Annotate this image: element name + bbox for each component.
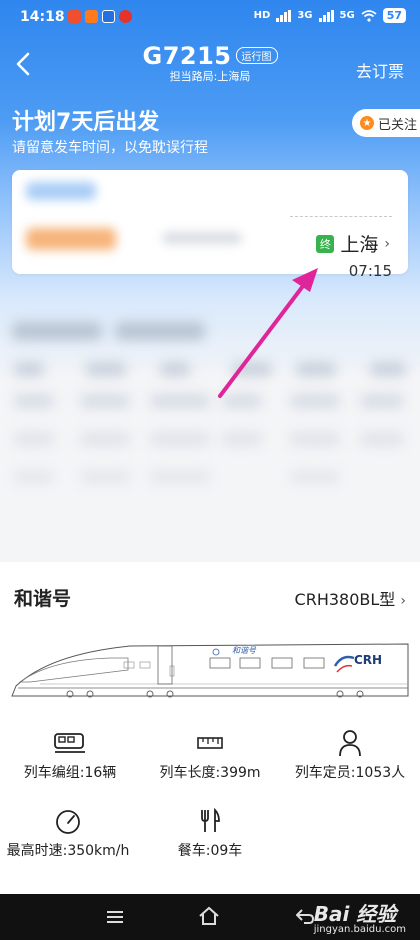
watermark-url: jingyan.baidu.com bbox=[313, 924, 406, 935]
ruler-icon bbox=[197, 737, 223, 749]
book-ticket-button[interactable]: 去订票 bbox=[356, 58, 404, 82]
train-number: G7215 bbox=[142, 42, 232, 70]
blurred-content bbox=[26, 182, 96, 200]
home-icon[interactable] bbox=[198, 906, 220, 926]
status-indicators: HD 3G 5G 57 bbox=[254, 8, 406, 23]
train-brand-name: 和谐号 bbox=[14, 588, 72, 610]
network-hd-label: HD bbox=[253, 10, 271, 21]
notification-app-icon bbox=[68, 10, 81, 23]
network-3g-label: 3G bbox=[297, 10, 313, 21]
blurred-content bbox=[162, 232, 242, 244]
signal-icon bbox=[318, 9, 334, 22]
plan-title: 计划7天后出发 bbox=[12, 110, 160, 135]
train-info-section: 和谐号 CRH380BL型 › 和谐号 CRH 列车编组:16辆 列车长度:39… bbox=[0, 562, 420, 894]
chevron-right-icon: › bbox=[384, 235, 390, 252]
journey-card[interactable]: 终 上海 › 07:15 bbox=[12, 170, 408, 280]
signal-icon bbox=[276, 9, 292, 22]
route-map-button[interactable]: 运行图 bbox=[235, 47, 278, 64]
notification-app-icon bbox=[119, 10, 132, 23]
spec-max-speed: 最高时速:350km/h bbox=[0, 806, 136, 860]
back-icon[interactable] bbox=[296, 908, 314, 924]
star-icon: ★ bbox=[360, 116, 374, 130]
fork-knife-icon bbox=[201, 808, 220, 832]
route-dashed-line bbox=[290, 216, 392, 217]
terminal-station[interactable]: 终 上海 › bbox=[316, 230, 390, 257]
terminal-station-name: 上海 bbox=[340, 234, 379, 256]
spec-formation: 列车编组:16辆 bbox=[0, 728, 140, 782]
speedometer-icon bbox=[56, 810, 80, 834]
follow-label: 已关注 bbox=[378, 117, 418, 133]
menu-icon[interactable] bbox=[106, 910, 124, 924]
wifi-icon bbox=[361, 9, 377, 22]
train-car-icon bbox=[54, 733, 85, 753]
person-icon bbox=[339, 730, 361, 757]
spec-capacity: 列车定员:1053人 bbox=[280, 728, 420, 782]
notification-app-icon bbox=[102, 10, 115, 23]
train-illustration-icon bbox=[11, 643, 409, 698]
spec-dining-car: 餐车:09车 bbox=[140, 806, 280, 860]
car-logo-label: CRH bbox=[354, 653, 383, 667]
network-5g-label: 5G bbox=[339, 10, 355, 21]
terminal-arrival-time: 07:15 bbox=[348, 262, 392, 280]
blurred-schedule bbox=[0, 300, 420, 520]
blurred-content bbox=[26, 228, 116, 250]
car-emblem-label: 和谐号 bbox=[232, 646, 256, 655]
battery-icon: 57 bbox=[382, 8, 406, 23]
follow-button[interactable]: ★ 已关注 bbox=[352, 109, 420, 137]
train-model: CRH380BL型 bbox=[294, 590, 396, 609]
watermark-brand: Bai 经验 bbox=[313, 902, 397, 926]
chevron-right-icon: › bbox=[400, 593, 406, 609]
status-app-icons bbox=[68, 10, 132, 23]
status-bar: 14:18 HD 3G 5G 57 bbox=[0, 0, 420, 34]
status-time: 14:18 bbox=[20, 9, 65, 25]
train-model-link[interactable]: CRH380BL型 › bbox=[295, 586, 406, 610]
plan-subtitle: 请留意发车时间，以免耽误行程 bbox=[12, 140, 208, 156]
spec-length: 列车长度:399m bbox=[140, 728, 280, 782]
terminal-badge: 终 bbox=[316, 234, 335, 253]
notification-app-icon bbox=[85, 10, 98, 23]
baidu-watermark: Bai 经验 jingyan.baidu.com bbox=[314, 898, 406, 935]
